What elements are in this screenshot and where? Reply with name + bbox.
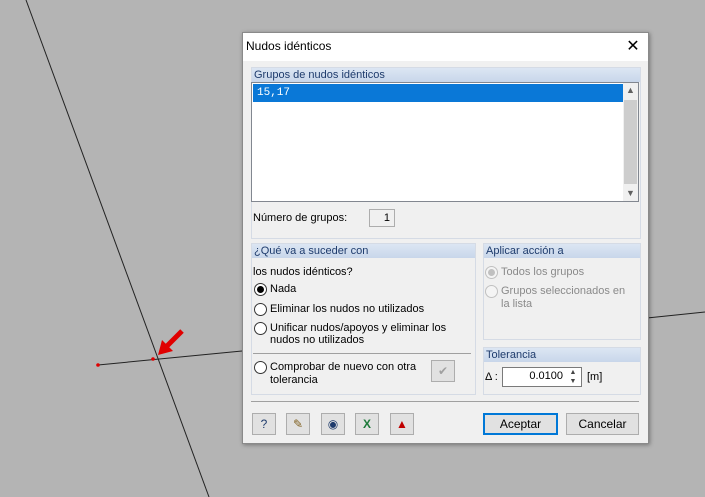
groups-list[interactable]: 15,17 ▲ ▼ [251,82,639,202]
radio-selected-groups[interactable] [485,285,498,298]
scroll-down-icon[interactable]: ▼ [623,186,638,201]
nodes-icon[interactable]: ▲ [390,413,414,435]
view-icon[interactable]: ◉ [321,413,345,435]
footer-divider [251,401,639,402]
list-item[interactable]: 15,17 [253,84,626,102]
radio-unify[interactable] [254,322,267,335]
groups-panel-header: Grupos de nudos idénticos [252,68,640,82]
apply-panel-header: Aplicar acción a [484,244,640,258]
tolerance-input[interactable]: 0.0100 ▲ ▼ [502,367,582,387]
radio-selected-groups-label[interactable]: Grupos seleccionados en la lista [501,285,636,311]
pointer-arrow-icon [158,329,184,355]
scroll-up-icon[interactable]: ▲ [623,83,638,98]
groups-count-label: Número de grupos: [253,212,348,224]
tolerance-value[interactable]: 0.0100 [529,370,563,382]
dialog-title: Nudos idénticos [246,39,332,53]
delta-label: Δ : [485,371,498,383]
spin-down-icon[interactable]: ▼ [566,377,580,386]
recheck-confirm-button[interactable]: ✔ [431,360,455,382]
close-icon[interactable]: ✕ [618,33,648,61]
radio-unify-label[interactable]: Unificar nudos/apoyos y eliminar los nud… [270,322,465,346]
radio-nothing-label[interactable]: Nada [270,283,296,295]
title-bar: Nudos idénticos ✕ [243,33,648,61]
model-line [25,0,210,497]
tolerance-unit: [m] [587,371,603,383]
node-point[interactable] [151,357,155,361]
radio-delete-unused-label[interactable]: Eliminar los nudos no utilizados [270,303,424,315]
model-line [97,350,243,366]
vertical-scrollbar[interactable]: ▲ ▼ [623,83,638,201]
accept-button[interactable]: Aceptar [483,413,558,435]
radio-all-groups[interactable] [485,266,498,279]
notes-icon[interactable]: ✎ [286,413,310,435]
help-icon[interactable]: ? [252,413,276,435]
action-panel-subheader: los nudos idénticos? [253,266,353,278]
tolerance-panel-header: Tolerancia [484,348,640,362]
radio-recheck[interactable] [254,361,267,374]
radio-recheck-label[interactable]: Comprobar de nuevo con otra tolerancia [270,361,420,387]
spin-up-icon[interactable]: ▲ [566,368,580,377]
action-panel-header: ¿Qué va a suceder con [252,244,475,258]
model-line [646,311,705,319]
excel-export-icon[interactable]: X [355,413,379,435]
divider [253,353,471,354]
radio-all-groups-label[interactable]: Todos los grupos [501,266,584,278]
node-point[interactable] [96,363,100,367]
radio-nothing[interactable] [254,283,267,296]
cancel-button[interactable]: Cancelar [566,413,639,435]
groups-count-value: 1 [369,209,395,227]
radio-delete-unused[interactable] [254,303,267,316]
identical-nodes-dialog: Nudos idénticos ✕ Grupos de nudos idénti… [242,32,649,444]
scroll-thumb[interactable] [624,100,637,184]
